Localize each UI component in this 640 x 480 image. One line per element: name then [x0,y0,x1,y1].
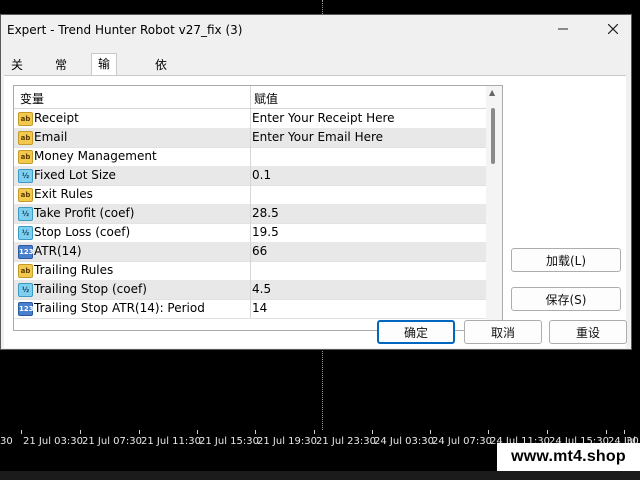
parameter-name: Stop Loss (coef) [34,225,131,239]
double-type-icon: ½ [18,207,33,221]
tab-common[interactable]: 常用 [49,55,74,92]
axis-tick [547,430,548,434]
table-row[interactable]: ab Trailing Rules [14,261,486,281]
scrollbar-thumb[interactable] [491,108,495,164]
table-row[interactable]: ab Money Management [14,147,486,167]
time-axis-label: 21 Jul 03:30 [23,436,83,447]
int-type-icon: 123 [18,245,34,259]
watermark-strip [0,471,640,480]
time-axis-label: 21 Jul 19:30 [257,436,317,447]
header-divider [250,86,251,108]
parameter-name: Take Profit (coef) [34,206,135,220]
parameter-value[interactable]: 19.5 [252,225,279,239]
minimize-button[interactable] [541,17,585,43]
save-button[interactable]: 保存(S) [511,287,621,311]
input-parameters-table: 变量 赋值 ab Receipt Enter Your Receipt Here ab… [13,85,503,331]
parameter-name: ATR(14) [34,244,82,258]
parameter-value[interactable]: 4.5 [252,282,271,296]
int-type-icon: 123 [18,302,34,316]
header-variable[interactable]: 变量 [20,90,44,107]
table-row[interactable]: ab Email Enter Your Email Here [14,128,486,148]
column-divider [250,223,251,242]
title-bar[interactable]: Expert - Trend Hunter Robot v27_fix (3) [1,15,631,45]
time-axis-label: 21 Jul 15:30 [199,436,259,447]
axis-tick [624,430,625,434]
double-type-icon: ½ [18,283,33,297]
parameter-value[interactable]: Enter Your Email Here [252,130,383,144]
table-row[interactable]: ½ Take Profit (coef) 28.5 [14,204,486,224]
double-type-icon: ½ [18,169,33,183]
load-button[interactable]: 加载(L) [511,248,621,272]
axis-tick [197,430,198,434]
axis-tick [21,430,22,434]
table-row[interactable]: ½ Trailing Stop (coef) 4.5 [14,280,486,300]
column-divider [250,109,251,128]
time-axis-label: 21 Jul 07:30 [82,436,142,447]
table-row[interactable]: 123 ATR(14) 66 [14,242,486,262]
ok-button[interactable]: 确定 [377,320,455,344]
axis-tick [606,430,607,434]
column-divider [250,185,251,204]
column-divider [250,280,251,299]
table-row[interactable]: ab Exit Rules [14,185,486,205]
table-header: 变量 赋值 [14,86,486,109]
parameter-name: Exit Rules [34,187,93,201]
string-type-icon: ab [18,188,33,202]
parameter-value[interactable]: 0.1 [252,168,271,182]
parameter-value[interactable]: Enter Your Receipt Here [252,111,395,125]
parameter-name: Receipt [34,111,79,125]
column-divider [250,204,251,223]
axis-tick [139,430,140,434]
axis-tick [372,430,373,434]
column-divider [250,299,251,318]
vertical-scrollbar[interactable]: ▲ ▼ [486,86,502,330]
close-icon [607,22,619,38]
table-row[interactable]: 123 Trailing Stop ATR(14): Period 14 [14,299,486,319]
tab-dependencies[interactable]: 依存关系 [149,55,174,132]
table-row[interactable]: ½ Stop Loss (coef) 19.5 [14,223,486,243]
string-type-icon: ab [18,112,33,126]
header-value[interactable]: 赋值 [254,90,278,107]
watermark: www.mt4.shop [497,443,640,471]
axis-tick [80,430,81,434]
column-divider [250,128,251,147]
double-type-icon: ½ [18,226,33,240]
cancel-button[interactable]: 取消 [464,320,542,344]
parameter-value[interactable]: 14 [252,301,267,315]
column-divider [250,261,251,280]
time-axis-label: 21 Jul 11:30 [141,436,201,447]
table-row[interactable]: ab Receipt Enter Your Receipt Here [14,109,486,129]
axis-tick [255,430,256,434]
time-axis-label: 30 [0,436,13,447]
string-type-icon: ab [18,131,33,145]
axis-tick [430,430,431,434]
parameter-name: Money Management [34,149,157,163]
parameter-name: Trailing Stop (coef) [34,282,147,296]
column-divider [250,147,251,166]
parameter-value[interactable]: 28.5 [252,206,279,220]
string-type-icon: ab [18,150,33,164]
column-divider [250,166,251,185]
expert-dialog: Expert - Trend Hunter Robot v27_fix (3) … [0,14,632,350]
time-axis-label: 24 Jul 07:30 [432,436,492,447]
minimize-icon [558,22,568,38]
column-divider [250,242,251,261]
parameter-name: Fixed Lot Size [34,168,116,182]
close-button[interactable] [591,17,635,43]
parameter-name: Trailing Stop ATR(14): Period [34,301,205,315]
tab-about[interactable]: 关于 [5,55,30,92]
reset-button[interactable]: 重设 [549,320,627,344]
table-row[interactable]: ½ Fixed Lot Size 0.1 [14,166,486,186]
axis-tick [314,430,315,434]
string-type-icon: ab [18,264,33,278]
parameter-name: Email [34,130,68,144]
tab-inputs[interactable]: 输入参数 [91,53,118,131]
axis-tick [488,430,489,434]
time-axis-label: 24 Jul 03:30 [374,436,434,447]
scroll-up-icon[interactable]: ▲ [489,88,495,97]
dialog-title: Expert - Trend Hunter Robot v27_fix (3) [7,23,243,37]
time-axis-label: 21 Jul 23:30 [316,436,376,447]
parameter-value[interactable]: 66 [252,244,267,258]
parameter-name: Trailing Rules [34,263,114,277]
